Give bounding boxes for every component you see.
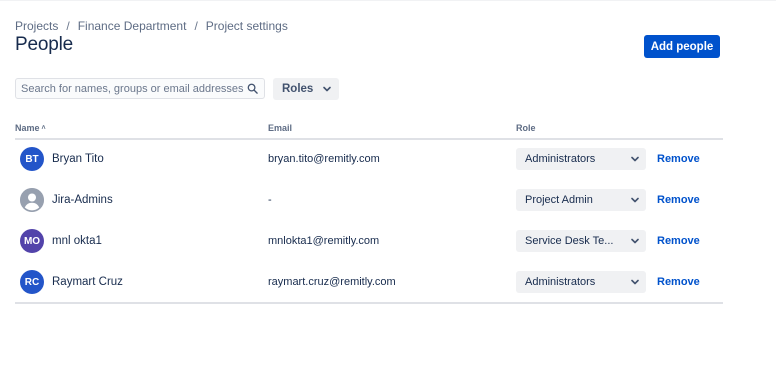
breadcrumb-separator: / (194, 19, 198, 33)
search-input[interactable] (16, 82, 244, 95)
role-select[interactable]: Administrators (516, 148, 646, 170)
table-row: Jira-Admins - Project Admin Remove (15, 180, 723, 221)
breadcrumb-finance-department[interactable]: Finance Department (78, 19, 187, 33)
role-select-value: Administrators (525, 153, 596, 165)
column-header-name[interactable]: Name ˄ (15, 123, 46, 133)
row-email: raymart.cruz@remitly.com (268, 276, 396, 288)
search-field (15, 78, 265, 99)
chevron-down-icon (322, 84, 332, 94)
row-email: bryan.tito@remitly.com (268, 153, 380, 165)
chevron-down-icon (630, 154, 640, 164)
top-divider (0, 0, 776, 1)
avatar: RC (20, 270, 44, 294)
row-name: Jira-Admins (52, 194, 113, 206)
group-avatar-icon (20, 188, 44, 212)
breadcrumb-project-settings[interactable]: Project settings (206, 19, 288, 33)
row-email: mnlokta1@remitly.com (268, 235, 380, 247)
search-icon[interactable] (244, 81, 260, 97)
role-select[interactable]: Administrators (516, 271, 646, 293)
table-bottom-divider (15, 302, 723, 304)
remove-button[interactable]: Remove (657, 153, 700, 165)
column-header-role: Role (516, 123, 536, 133)
role-select[interactable]: Project Admin (516, 189, 646, 211)
role-select[interactable]: Service Desk Te... (516, 230, 646, 252)
avatar: MO (20, 229, 44, 253)
sort-ascending-icon: ˄ (41, 124, 46, 132)
column-header-email: Email (268, 123, 293, 133)
roles-filter-label: Roles (282, 83, 314, 95)
breadcrumb-projects[interactable]: Projects (15, 19, 58, 33)
remove-button[interactable]: Remove (657, 276, 700, 288)
role-select-value: Administrators (525, 276, 596, 288)
breadcrumb-separator: / (66, 19, 70, 33)
chevron-down-icon (630, 277, 640, 287)
remove-button[interactable]: Remove (657, 194, 700, 206)
column-header-name-label: Name (15, 123, 40, 133)
row-name: Bryan Tito (52, 153, 104, 165)
chevron-down-icon (630, 195, 640, 205)
chevron-down-icon (630, 236, 640, 246)
add-people-button[interactable]: Add people (644, 35, 720, 58)
breadcrumb: Projects / Finance Department / Project … (15, 19, 288, 33)
table-row: BT Bryan Tito bryan.tito@remitly.com Adm… (15, 139, 723, 180)
table-row: RC Raymart Cruz raymart.cruz@remitly.com… (15, 262, 723, 303)
row-email: - (268, 194, 272, 206)
table-row: MO mnl okta1 mnlokta1@remitly.com Servic… (15, 221, 723, 262)
role-select-value: Project Admin (525, 194, 593, 206)
avatar: BT (20, 147, 44, 171)
page-title: People (15, 34, 73, 55)
roles-filter-button[interactable]: Roles (273, 78, 339, 100)
remove-button[interactable]: Remove (657, 235, 700, 247)
row-name: Raymart Cruz (52, 276, 123, 288)
row-name: mnl okta1 (52, 235, 102, 247)
role-select-value: Service Desk Te... (525, 235, 614, 247)
